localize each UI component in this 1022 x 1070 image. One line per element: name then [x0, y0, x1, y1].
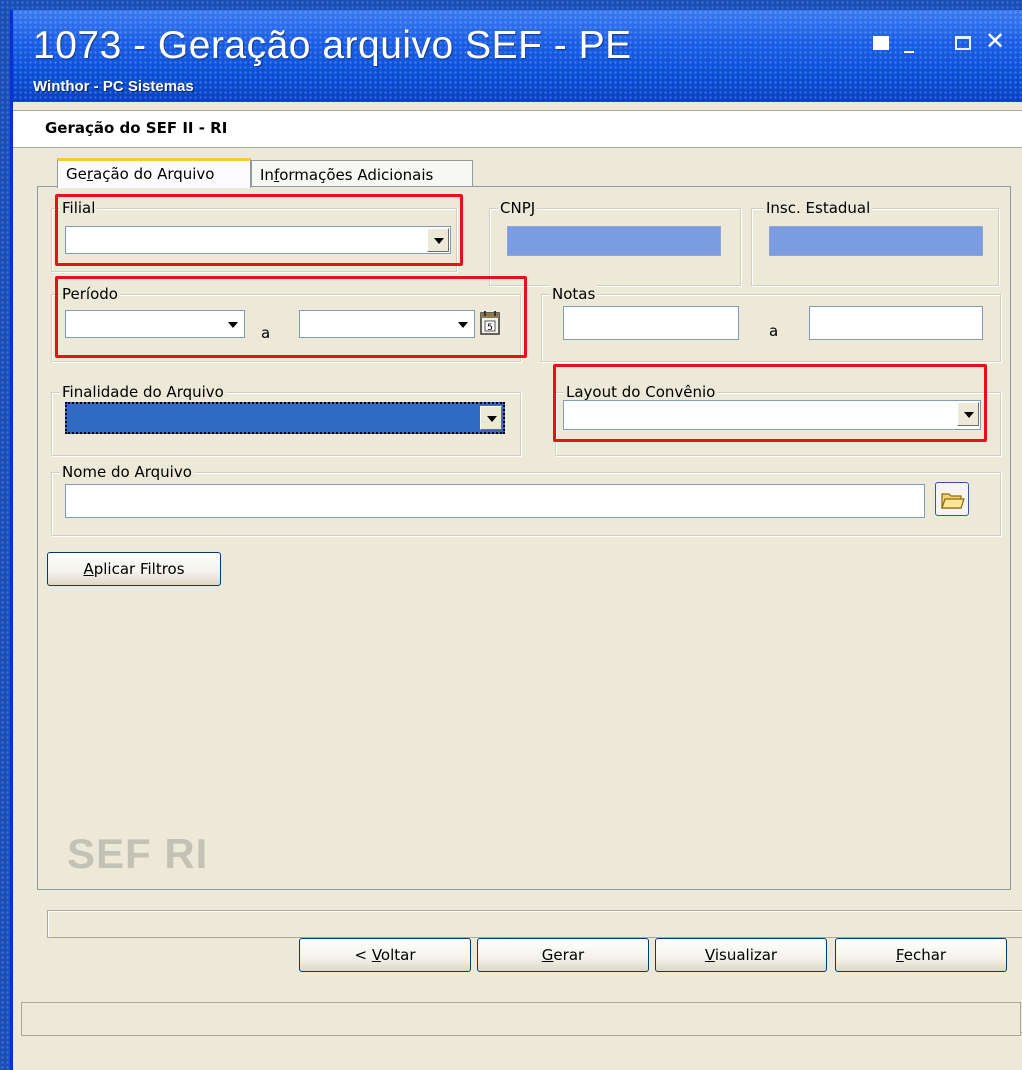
maximize-icon: [955, 36, 971, 50]
maximize-button[interactable]: [951, 30, 975, 52]
visualizar-button[interactable]: Visualizar: [655, 938, 827, 972]
button-mnemonic: A: [83, 560, 94, 578]
insc-estadual-label: Insc. Estadual: [764, 199, 873, 217]
fechar-button[interactable]: Fechar: [835, 938, 1007, 972]
finalidade-label: Finalidade do Arquivo: [60, 383, 226, 401]
restore-icon: [873, 36, 889, 50]
chevron-down-icon[interactable]: [451, 312, 473, 336]
finalidade-select[interactable]: [65, 402, 505, 434]
button-label: erar: [553, 946, 585, 964]
periodo-from-select[interactable]: [65, 310, 245, 338]
tab-label-part: In: [260, 166, 274, 184]
button-label: echar: [903, 946, 947, 964]
layout-convenio-label: Layout do Convênio: [564, 383, 718, 401]
aplicar-filtros-button[interactable]: Aplicar Filtros: [47, 552, 221, 586]
close-button[interactable]: ✕: [983, 27, 1007, 55]
tab-panel: [37, 186, 1011, 890]
notas-to-field[interactable]: [809, 306, 983, 340]
periodo-to-select[interactable]: [299, 310, 475, 338]
folder-icon: [941, 493, 965, 509]
sef-ri-watermark: SEF RI: [67, 830, 209, 877]
chevron-down-icon[interactable]: [221, 312, 243, 336]
window-title: 1073 - Geração arquivo SEF - PE: [33, 24, 632, 67]
filial-label: Filial: [60, 199, 98, 217]
button-label: plicar Filtros: [93, 560, 185, 578]
gerar-button[interactable]: Gerar: [477, 938, 649, 972]
notas-separator: a: [769, 322, 779, 340]
calendar-icon[interactable]: 5: [479, 310, 501, 336]
tab-informacoes-adicionais[interactable]: Informações Adicionais: [251, 160, 473, 188]
tab-label-part: ormações Adicionais: [279, 166, 434, 184]
browse-folder-button[interactable]: [935, 482, 969, 516]
nome-arquivo-field[interactable]: [65, 484, 925, 518]
close-icon: ✕: [984, 27, 1006, 55]
nome-arquivo-label: Nome do Arquivo: [60, 463, 194, 481]
notas-label: Notas: [550, 285, 598, 303]
periodo-separator: a: [261, 324, 271, 342]
button-label: <: [354, 946, 372, 964]
layout-convenio-select[interactable]: [563, 400, 981, 430]
title-bar[interactable]: 1073 - Geração arquivo SEF - PE Winthor …: [13, 10, 1022, 102]
button-mnemonic: V: [704, 946, 715, 964]
minimize-button[interactable]: _: [897, 30, 921, 52]
chevron-down-icon[interactable]: [957, 402, 979, 426]
restore-button[interactable]: [869, 30, 893, 52]
svg-text:5: 5: [487, 323, 493, 333]
form-title: Geração do SEF II - RI: [45, 119, 228, 137]
status-bar: [21, 1002, 1021, 1036]
button-mnemonic: V: [371, 946, 381, 964]
button-label: isualizar: [714, 946, 778, 964]
tab-label-part: ação do Arquivo: [93, 165, 215, 183]
chevron-down-icon[interactable]: [427, 228, 449, 252]
button-label: oltar: [380, 946, 416, 964]
progress-bar: [47, 910, 1022, 938]
app-window: 1073 - Geração arquivo SEF - PE Winthor …: [10, 10, 1022, 1070]
chevron-down-icon[interactable]: [480, 406, 502, 430]
button-mnemonic: F: [895, 946, 904, 964]
notas-from-field[interactable]: [563, 306, 739, 340]
tab-geracao-arquivo[interactable]: Geração do Arquivo: [57, 158, 251, 188]
form-header: Geração do SEF II - RI: [13, 110, 1022, 148]
button-mnemonic: G: [541, 946, 554, 964]
cnpj-field: [507, 226, 721, 256]
window-subtitle: Winthor - PC Sistemas: [33, 78, 194, 95]
voltar-button[interactable]: < Voltar: [299, 938, 471, 972]
cnpj-label: CNPJ: [498, 199, 538, 217]
minimize-icon: _: [904, 29, 914, 53]
insc-estadual-field: [769, 226, 983, 256]
periodo-label: Período: [60, 285, 120, 303]
tab-label-part: Ge: [66, 165, 87, 183]
filial-select[interactable]: [65, 226, 451, 254]
